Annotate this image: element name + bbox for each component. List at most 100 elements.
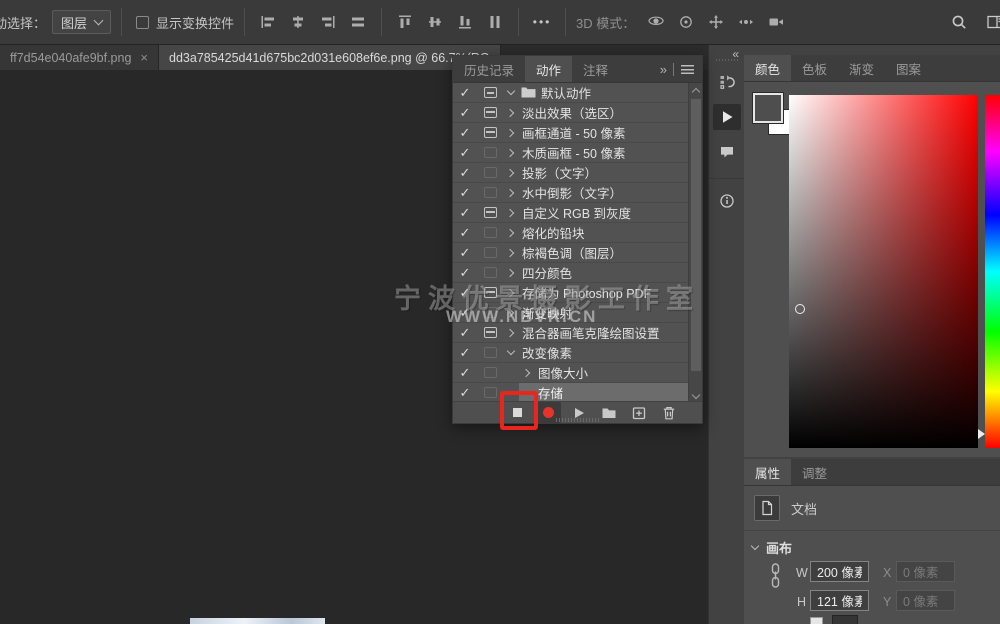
action-item[interactable]: 图像大小 [519, 363, 690, 382]
collapse-panel-icon[interactable]: » [660, 62, 666, 77]
action-row-6[interactable]: ✓ 水中倒影（文字） [453, 183, 690, 203]
action-row-8[interactable]: ✓ 熔化的铅块 [453, 223, 690, 243]
modal-dialog-toggle[interactable] [477, 207, 503, 218]
action-row-15[interactable]: ✓ 图像大小 [453, 363, 690, 383]
canvas-section-header[interactable]: 画布 [752, 538, 792, 557]
search-icon[interactable] [946, 11, 972, 33]
chevron-down-icon[interactable] [503, 351, 519, 354]
item-check-toggle[interactable]: ✓ [453, 205, 477, 221]
chevron-right-icon[interactable] [503, 110, 519, 116]
item-check-toggle[interactable]: ✓ [453, 345, 477, 361]
actions-scrollbar[interactable] [688, 83, 702, 403]
item-check-toggle[interactable]: ✓ [453, 265, 477, 281]
item-check-toggle[interactable]: ✓ [453, 325, 477, 341]
foreground-color-swatch[interactable] [753, 93, 783, 123]
item-check-toggle[interactable]: ✓ [453, 225, 477, 241]
3d-camera-icon[interactable] [763, 11, 789, 33]
action-row-16[interactable]: ✓存储 [453, 383, 690, 403]
modal-dialog-toggle[interactable] [477, 287, 503, 298]
scrollbar-thumb[interactable] [691, 99, 701, 371]
item-check-toggle[interactable]: ✓ [453, 105, 477, 121]
action-row-11[interactable]: ✓ 存储为 Photoshop PDF [453, 283, 690, 303]
color-panel-tab-2[interactable]: 色板 [791, 55, 838, 81]
action-item[interactable]: 棕褐色调（图层） [503, 243, 690, 262]
color-panel-tab-3[interactable]: 渐变 [838, 55, 885, 81]
scroll-up-icon[interactable] [689, 83, 703, 97]
modal-dialog-toggle[interactable] [477, 247, 503, 258]
chevron-right-icon[interactable] [503, 190, 519, 196]
action-item[interactable]: 水中倒影（文字） [503, 183, 690, 202]
action-row-12[interactable]: ✓渐变映射 [453, 303, 690, 323]
modal-dialog-toggle[interactable] [477, 147, 503, 158]
height-input[interactable] [810, 590, 869, 611]
modal-dialog-toggle[interactable] [477, 187, 503, 198]
modal-dialog-toggle[interactable] [477, 347, 503, 358]
item-check-toggle[interactable]: ✓ [453, 165, 477, 181]
align-right-edges-icon[interactable] [315, 11, 341, 33]
document-tab-1[interactable]: ff7d54e040afe9bf.png× [0, 45, 159, 70]
new-action-button[interactable] [627, 402, 651, 423]
chevron-down-icon[interactable] [503, 91, 519, 94]
action-item[interactable]: 存储为 Photoshop PDF [503, 283, 690, 302]
item-check-toggle[interactable]: ✓ [453, 365, 477, 381]
color-panel-tab-1[interactable]: 颜色 [744, 55, 791, 81]
link-dimensions-icon[interactable] [762, 564, 788, 586]
action-row-9[interactable]: ✓棕褐色调（图层） [453, 243, 690, 263]
action-item[interactable]: 默认动作 [503, 83, 690, 102]
action-item[interactable]: 画框通道 - 50 像素 [503, 123, 690, 142]
info-panel-button[interactable] [713, 188, 741, 214]
actions-panel-tab-2[interactable]: 动作 [525, 56, 572, 82]
modal-dialog-toggle[interactable] [477, 167, 503, 178]
modal-dialog-toggle[interactable] [477, 227, 503, 238]
chevron-right-icon[interactable] [503, 310, 519, 316]
action-row-7[interactable]: ✓自定义 RGB 到灰度 [453, 203, 690, 223]
3d-slide-icon[interactable] [733, 11, 759, 33]
chevron-right-icon[interactable] [503, 170, 519, 176]
document-tab-2[interactable]: dd3a785425d41d675bc2d031e608ef6e.png @ 6… [159, 45, 501, 70]
align-bottom-edges-icon[interactable] [452, 11, 478, 33]
close-tab-icon[interactable]: × [140, 50, 148, 65]
item-check-toggle[interactable]: ✓ [453, 125, 477, 141]
action-row-14[interactable]: ✓ 改变像素 [453, 343, 690, 363]
chevron-right-icon[interactable] [503, 150, 519, 156]
panel-resize-grip[interactable] [556, 418, 600, 422]
partial-swatch[interactable] [832, 615, 858, 624]
item-check-toggle[interactable]: ✓ [453, 285, 477, 301]
3d-pan-icon[interactable] [703, 11, 729, 33]
color-cursor-icon[interactable] [795, 304, 805, 314]
action-item[interactable]: 渐变映射 [503, 303, 690, 322]
action-row-13[interactable]: ✓ 混合器画笔克隆绘图设置 [453, 323, 690, 343]
selected-action-item[interactable]: 存储 [519, 383, 690, 402]
action-item[interactable]: 四分颜色 [503, 263, 690, 282]
modal-dialog-toggle[interactable] [477, 87, 503, 98]
action-item[interactable]: 熔化的铅块 [503, 223, 690, 242]
actions-panel-tab-3[interactable]: 注释 [572, 56, 619, 82]
3d-roll-icon[interactable] [673, 11, 699, 33]
item-check-toggle[interactable]: ✓ [453, 185, 477, 201]
modal-dialog-toggle[interactable] [477, 107, 503, 118]
chevron-right-icon[interactable] [503, 210, 519, 216]
workspace-switcher-icon[interactable] [982, 11, 1000, 33]
action-row-5[interactable]: ✓ 投影（文字） [453, 163, 690, 183]
modal-dialog-toggle[interactable] [477, 267, 503, 278]
width-input[interactable] [810, 561, 869, 582]
item-check-toggle[interactable]: ✓ [453, 85, 477, 101]
action-item[interactable]: 投影（文字） [503, 163, 690, 182]
chevron-right-icon[interactable] [503, 130, 519, 136]
align-h-centers-icon[interactable] [285, 11, 311, 33]
saturation-brightness-field[interactable] [789, 95, 978, 448]
action-item[interactable]: 改变像素 [503, 343, 690, 362]
hue-slider-handle[interactable] [978, 429, 985, 439]
chevron-right-icon[interactable] [503, 330, 519, 336]
show-transform-controls-checkbox[interactable]: 显示变换控件 [136, 13, 234, 32]
delete-button[interactable] [657, 402, 681, 423]
item-check-toggle[interactable]: ✓ [453, 145, 477, 161]
action-item[interactable]: 混合器画笔克隆绘图设置 [503, 323, 690, 342]
panel-menu-icon[interactable] [681, 65, 694, 74]
3d-orbit-icon[interactable] [643, 11, 669, 33]
modal-dialog-toggle[interactable] [477, 127, 503, 138]
chevron-right-icon[interactable] [519, 370, 535, 376]
notes-panel-button[interactable] [713, 139, 741, 165]
action-row-4[interactable]: ✓木质画框 - 50 像素 [453, 143, 690, 163]
action-item[interactable]: 淡出效果（选区） [503, 103, 690, 122]
